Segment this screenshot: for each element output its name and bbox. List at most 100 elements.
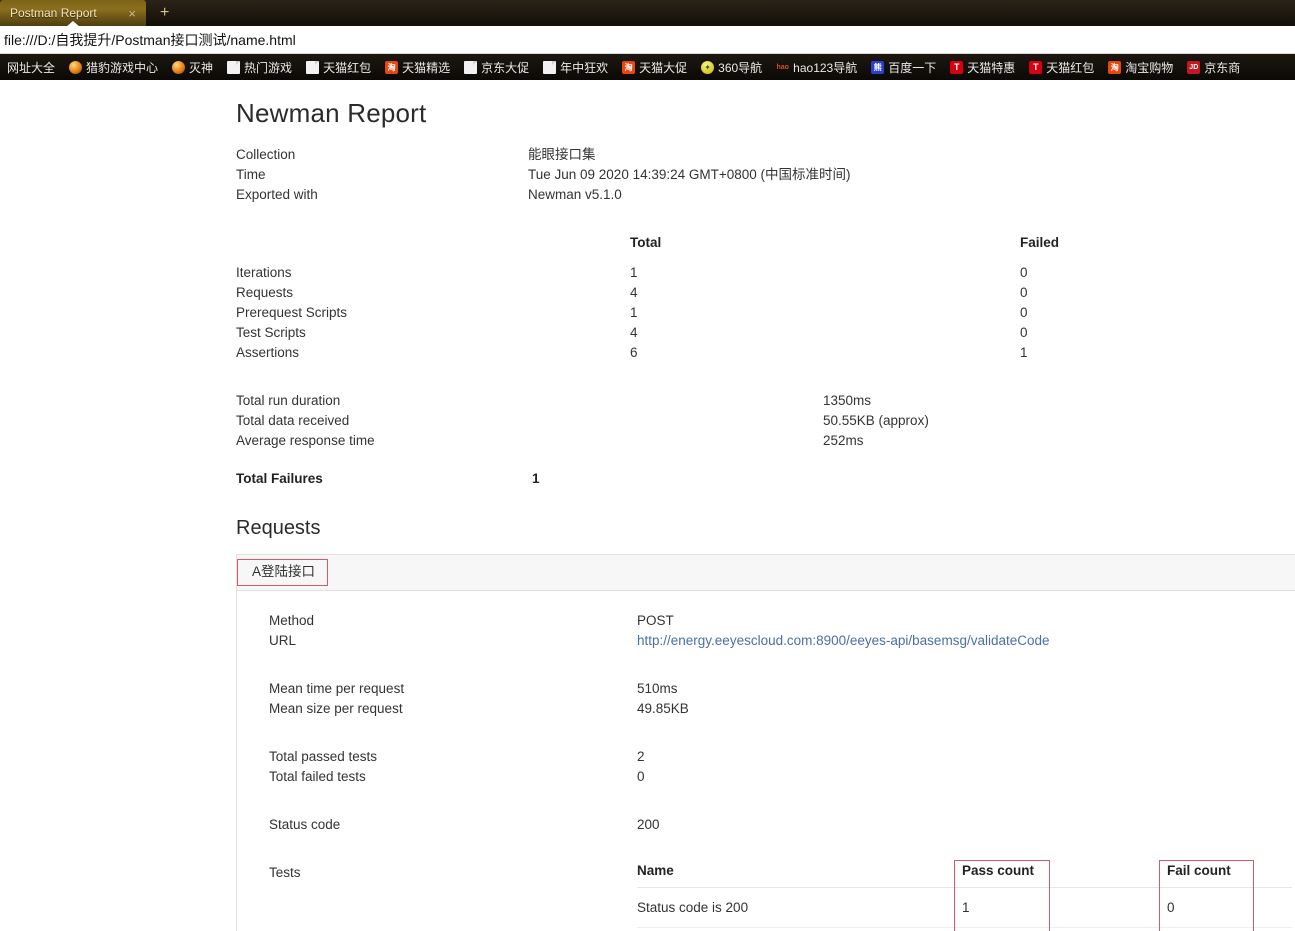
stats-header-failed: Failed	[1020, 235, 1060, 250]
taobao-icon: 淘	[385, 60, 399, 74]
bookmark-label: 灭神	[189, 60, 214, 75]
summary-stats-row: Test Scripts 4 0	[236, 323, 1236, 343]
test-fail-count-cell: 0	[1167, 927, 1292, 931]
test-name-cell: Body matches string	[637, 927, 962, 931]
tmall-icon: T	[950, 60, 964, 74]
page-icon	[227, 60, 241, 74]
bookmark-item[interactable]: ✦ 360导航	[694, 59, 769, 76]
duration-value: 50.55KB (approx)	[823, 413, 929, 428]
bookmark-item[interactable]: hao hao123导航	[769, 59, 864, 76]
stats-header-total: Total	[630, 235, 662, 250]
request-detail-value: POST	[637, 613, 674, 628]
metric-label: Total passed tests	[269, 749, 378, 764]
metric-value: 510ms	[637, 681, 678, 696]
bookmark-item[interactable]: 京东大促	[457, 59, 536, 76]
stats-row-name: Assertions	[236, 345, 300, 360]
tests-section: Tests Name Pass count Fail count Status …	[269, 860, 1295, 931]
address-bar[interactable]: file:///D:/自我提升/Postman接口测试/name.html	[0, 26, 1295, 54]
tmall-icon: T	[1029, 60, 1043, 74]
bookmark-item[interactable]: T 天猫特惠	[943, 59, 1022, 76]
bookmark-item[interactable]: 灭神	[165, 59, 220, 76]
duration-list: Total run duration 1350ms Total data recei…	[236, 391, 1295, 451]
bookmark-label: 天猫红包	[323, 60, 372, 75]
request-detail-label: URL	[269, 633, 297, 648]
report-meta-value: Newman v5.1.0	[528, 187, 622, 202]
browser-tab-postman-report[interactable]: Postman Report ×	[0, 0, 146, 26]
request-detail-row: URL http://energy.eeyescloud.com:8900/eey…	[269, 631, 1295, 651]
page-icon	[306, 60, 320, 74]
stats-row-total: 1	[630, 305, 638, 320]
bookmark-label: 猎豹游戏中心	[86, 60, 159, 75]
total-failures-value: 1	[532, 471, 540, 486]
bookmark-item[interactable]: 网址大全	[0, 59, 62, 76]
metric-label: Total failed tests	[269, 769, 366, 784]
test-pass-count-cell: 1	[962, 887, 1167, 928]
request-metric-row: Mean size per request 49.85KB	[269, 699, 1295, 719]
bookmark-item[interactable]: 淘天猫精选	[378, 59, 457, 76]
bookmark-label: 京东商	[1204, 60, 1241, 75]
metric-value: 2	[637, 749, 645, 764]
tab-strip: Postman Report × +	[0, 0, 1295, 26]
request-name-badge[interactable]: A登陆接口	[237, 559, 329, 586]
bookmark-label: 年中狂欢	[560, 60, 609, 75]
taobao-icon: 淘	[622, 60, 636, 74]
summary-stats-table: Total Failed Iterations 1 0 Requests 4 0 Prere…	[236, 233, 1236, 363]
orb-icon	[172, 60, 186, 74]
stats-row-failed: 0	[1020, 265, 1028, 280]
status-code-label: Status code	[269, 817, 341, 832]
metric-label: Mean time per request	[269, 681, 405, 696]
report-meta-value: Tue Jun 09 2020 14:39:24 GMT+0800 (中国标准时…	[528, 167, 851, 182]
bookmark-label: 天猫特惠	[967, 60, 1016, 75]
bookmark-item[interactable]: 猎豹游戏中心	[62, 59, 165, 76]
request-panel-body: Method POST URL http://energy.eeyescloud.co…	[237, 591, 1295, 931]
request-url-link[interactable]: http://energy.eeyescloud.com:8900/eeyes-…	[637, 633, 1050, 648]
summary-stats-row: Prerequest Scripts 1 0	[236, 303, 1236, 323]
duration-row: Total run duration 1350ms	[236, 391, 1295, 411]
stats-row-failed: 1	[1020, 345, 1028, 360]
requests-section-title: Requests	[236, 517, 321, 539]
request-metric-row: Total passed tests 2	[269, 747, 1295, 767]
request-metrics-size-time: Mean time per request 510ms Mean size per …	[269, 679, 1295, 719]
stats-header-name	[236, 233, 630, 253]
bookmark-label: 天猫大促	[639, 60, 688, 75]
browser-chrome: Postman Report × + file:///D:/自我提升/Postm…	[0, 0, 1295, 80]
bookmark-item[interactable]: 年中狂欢	[536, 59, 615, 76]
address-bar-url: file:///D:/自我提升/Postman接口测试/name.html	[4, 31, 296, 48]
tests-table-header-row: Name Pass count Fail count	[637, 863, 1292, 888]
table-row: Body matches string10	[637, 927, 1292, 931]
report-meta-label: Time	[236, 167, 266, 182]
bookmark-item[interactable]: T 天猫红包	[1022, 59, 1101, 76]
bookmark-label: 360导航	[718, 60, 763, 75]
bookmark-label: 网址大全	[7, 60, 56, 75]
bookmarks-bar: 网址大全 猎豹游戏中心 灭神 热门游戏 天猫红包淘天猫精选 京东大促 年中狂欢淘天猫大促 ✦ 3…	[0, 54, 1295, 80]
request-detail-list: Method POST URL http://energy.eeyescloud.co…	[269, 611, 1295, 651]
bookmark-item[interactable]: 热门游戏	[220, 59, 299, 76]
duration-label: Total run duration	[236, 393, 341, 408]
stats-row-total: 6	[630, 345, 638, 360]
test-pass-count-cell: 1	[962, 927, 1167, 931]
stats-row-name: Requests	[236, 285, 294, 300]
bookmark-item[interactable]: 熊百度一下	[864, 59, 943, 76]
summary-stats-row: Requests 4 0	[236, 283, 1236, 303]
taobao-icon: 淘	[1108, 60, 1122, 74]
new-tab-icon[interactable]: +	[160, 5, 169, 21]
tests-header-pass-count: Pass count	[962, 863, 1167, 888]
request-metric-row: Total failed tests 0	[269, 767, 1295, 787]
total-failures-label: Total Failures	[236, 471, 323, 486]
tests-header-name: Name	[637, 863, 962, 888]
bookmark-item[interactable]: 天猫红包	[299, 59, 378, 76]
bookmark-label: 百度一下	[888, 60, 937, 75]
360-icon: ✦	[701, 60, 715, 74]
table-row: Status code is 200 1 0	[637, 887, 1292, 928]
hao123-icon: hao	[776, 63, 789, 71]
stats-row-name: Prerequest Scripts	[236, 305, 348, 320]
summary-stats-row: Assertions 6 1	[236, 343, 1236, 363]
bookmark-item[interactable]: 淘天猫大促	[615, 59, 694, 76]
report-meta-row: Exported with Newman v5.1.0	[236, 185, 1295, 205]
bookmark-item[interactable]: 淘淘宝购物	[1101, 59, 1180, 76]
close-icon[interactable]: ×	[124, 7, 140, 20]
duration-value: 1350ms	[823, 393, 872, 408]
bookmark-item[interactable]: JD 京东商	[1180, 59, 1247, 76]
request-metrics-tests: Total passed tests 2 Total failed tests 0	[269, 747, 1295, 787]
page-icon	[543, 60, 557, 74]
